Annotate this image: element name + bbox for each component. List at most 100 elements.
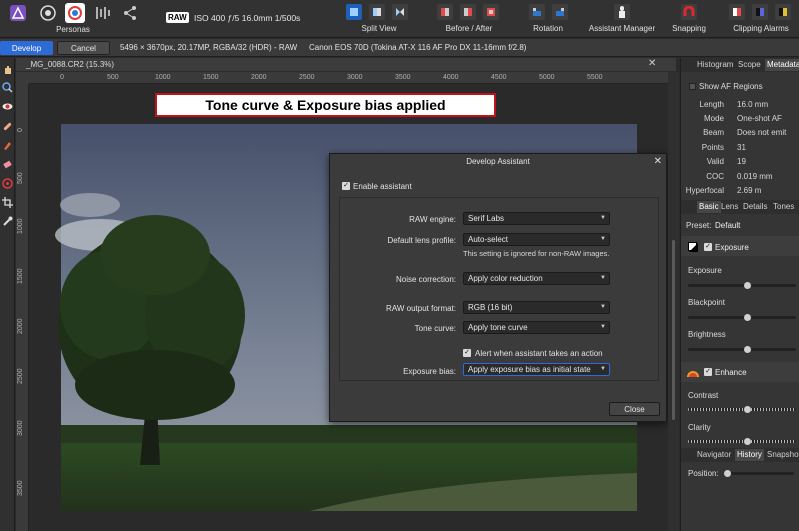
dialog-close-icon[interactable]: ✕: [654, 156, 662, 167]
zoom-tool-icon[interactable]: [1, 81, 14, 94]
noise-correction-value: Apply color reduction: [468, 274, 543, 283]
af-info-row: Points 31: [701, 143, 746, 152]
history-position-label: Position:: [688, 469, 719, 478]
tab-snapshots[interactable]: Snapshots: [767, 450, 799, 459]
share-persona-icon[interactable]: [120, 3, 140, 23]
overlay-gradient-tool-icon[interactable]: [1, 177, 14, 190]
develop-button[interactable]: Develop: [0, 41, 53, 55]
brightness-slider[interactable]: [688, 346, 796, 353]
ruler-h-label: 4500: [491, 74, 507, 81]
slider-knob[interactable]: [743, 438, 751, 445]
enhance-group-label: Enhance: [715, 368, 747, 377]
overlay-erase-tool-icon[interactable]: [1, 158, 14, 171]
exif-readout: ISO 400 ƒ/5 16.0mm 1/500s: [194, 13, 301, 23]
ruler-h-label: 0: [60, 74, 64, 81]
raw-engine-select[interactable]: Serif Labs ▼: [463, 212, 610, 225]
tab-history[interactable]: History: [735, 449, 764, 461]
slider-knob[interactable]: [743, 314, 751, 321]
snapping-icon[interactable]: [681, 4, 697, 20]
before-after-left-button[interactable]: [437, 4, 453, 20]
alert-checkbox[interactable]: ✓: [463, 349, 471, 357]
personas-label: Personas: [56, 25, 90, 34]
tab-basic[interactable]: Basic: [697, 201, 721, 213]
develop-tabs: Basic Lens Details Tones: [681, 200, 799, 214]
clipped-shadows-button[interactable]: [752, 4, 768, 20]
tone-mapping-persona-icon[interactable]: [93, 3, 113, 23]
slider-knob[interactable]: [743, 282, 751, 289]
before-after-copy-button[interactable]: [460, 4, 476, 20]
af-info-row: Valid 19: [706, 157, 746, 166]
raw-output-format-select[interactable]: RGB (16 bit) ▼: [463, 301, 610, 314]
noise-correction-select[interactable]: Apply color reduction ▼: [463, 272, 610, 285]
exposure-icon: [688, 242, 698, 252]
split-view-split-button[interactable]: [392, 4, 408, 20]
horizontal-ruler: 0 500 1000 1500 2000 2500 3000 3500 4000…: [29, 72, 676, 84]
split-view-single-button[interactable]: [346, 4, 362, 20]
liquify-persona-icon[interactable]: [38, 3, 58, 23]
exposure-bias-select[interactable]: Apply exposure bias as initial state ▼: [463, 363, 610, 376]
exposure-slider[interactable]: [688, 282, 796, 289]
enhance-enable-checkbox[interactable]: ✓: [704, 368, 712, 376]
tab-scope[interactable]: Scope: [738, 60, 761, 69]
blackpoint-slider[interactable]: [688, 314, 796, 321]
assistant-manager-icon[interactable]: [614, 4, 630, 20]
studio-tabs-bottom: Navigator History Snapshots: [681, 448, 799, 462]
preset-label: Preset:: [686, 221, 712, 230]
exposure-bias-value: Apply exposure bias as initial state: [468, 365, 591, 374]
enable-assistant-checkbox[interactable]: ✓: [342, 182, 350, 190]
ruler-v-label: 2000: [17, 318, 24, 334]
history-position-slider[interactable]: [724, 470, 794, 477]
lens-profile-select[interactable]: Auto-select ▼: [463, 233, 610, 246]
cancel-button[interactable]: Cancel: [57, 41, 110, 55]
ruler-v-label: 0: [17, 128, 24, 132]
photo-persona-icon[interactable]: [8, 3, 28, 23]
crop-tool-icon[interactable]: [1, 196, 14, 209]
tab-tones[interactable]: Tones: [773, 202, 794, 211]
context-toolbar: Develop Cancel 5496 × 3670px, 20.17MP, R…: [0, 39, 799, 57]
preset-value[interactable]: Default: [715, 221, 740, 230]
document-vertical-scrollbar[interactable]: [668, 72, 679, 531]
scrollbar-thumb[interactable]: [672, 240, 675, 420]
slider-knob[interactable]: [724, 470, 731, 477]
white-balance-tool-icon[interactable]: [1, 215, 14, 228]
camera-info: Canon EOS 70D (Tokina AT-X 116 AF Pro DX…: [309, 43, 527, 52]
chevron-down-icon: ▼: [600, 304, 606, 310]
enhance-icon: [686, 366, 700, 378]
clarity-label: Clarity: [688, 423, 711, 432]
show-af-regions-checkbox[interactable]: [689, 83, 696, 90]
tone-curve-select[interactable]: Apply tone curve ▼: [463, 321, 610, 334]
exposure-enable-checkbox[interactable]: ✓: [704, 243, 712, 251]
clipped-tones-button[interactable]: [775, 4, 791, 20]
tab-details[interactable]: Details: [743, 202, 767, 211]
right-panel: Histogram Scope Metadata Show AF Regions…: [680, 58, 799, 531]
tab-histogram[interactable]: Histogram: [697, 60, 733, 69]
red-eye-tool-icon[interactable]: [1, 100, 14, 113]
tab-navigator[interactable]: Navigator: [697, 450, 731, 459]
contrast-slider[interactable]: [688, 406, 796, 413]
clarity-slider[interactable]: [688, 438, 796, 445]
dialog-close-button[interactable]: Close: [609, 402, 660, 416]
before-after-swap-button[interactable]: [483, 4, 499, 20]
overlay-paint-tool-icon[interactable]: [1, 139, 14, 152]
document-tab[interactable]: _MG_0088.CR2 (15.3%) ✕: [16, 58, 676, 71]
ruler-v-label: 500: [17, 172, 24, 184]
raw-output-format-label: RAW output format:: [386, 304, 456, 313]
document-close-icon[interactable]: ✕: [648, 58, 656, 69]
dialog-title: Develop Assistant: [466, 157, 530, 166]
clipping-alarms-label: Clipping Alarms: [733, 24, 789, 33]
raw-output-format-value: RGB (16 bit): [468, 303, 513, 312]
blemish-tool-icon[interactable]: [1, 120, 14, 133]
tab-metadata[interactable]: Metadata: [765, 59, 799, 71]
tab-lens[interactable]: Lens: [721, 202, 738, 211]
slider-knob[interactable]: [743, 346, 751, 353]
raw-badge: RAW: [166, 12, 189, 23]
develop-assistant-dialog: Develop Assistant ✕ ✓ Enable assistant R…: [329, 153, 667, 422]
view-tool-hand-icon[interactable]: [1, 63, 14, 76]
develop-persona-icon[interactable]: [65, 3, 85, 23]
ruler-h-label: 1500: [203, 74, 219, 81]
clipped-highlights-button[interactable]: [729, 4, 745, 20]
rotate-right-button[interactable]: [552, 4, 568, 20]
rotate-left-button[interactable]: [529, 4, 545, 20]
slider-knob[interactable]: [743, 406, 751, 413]
split-view-mirror-button[interactable]: [369, 4, 385, 20]
